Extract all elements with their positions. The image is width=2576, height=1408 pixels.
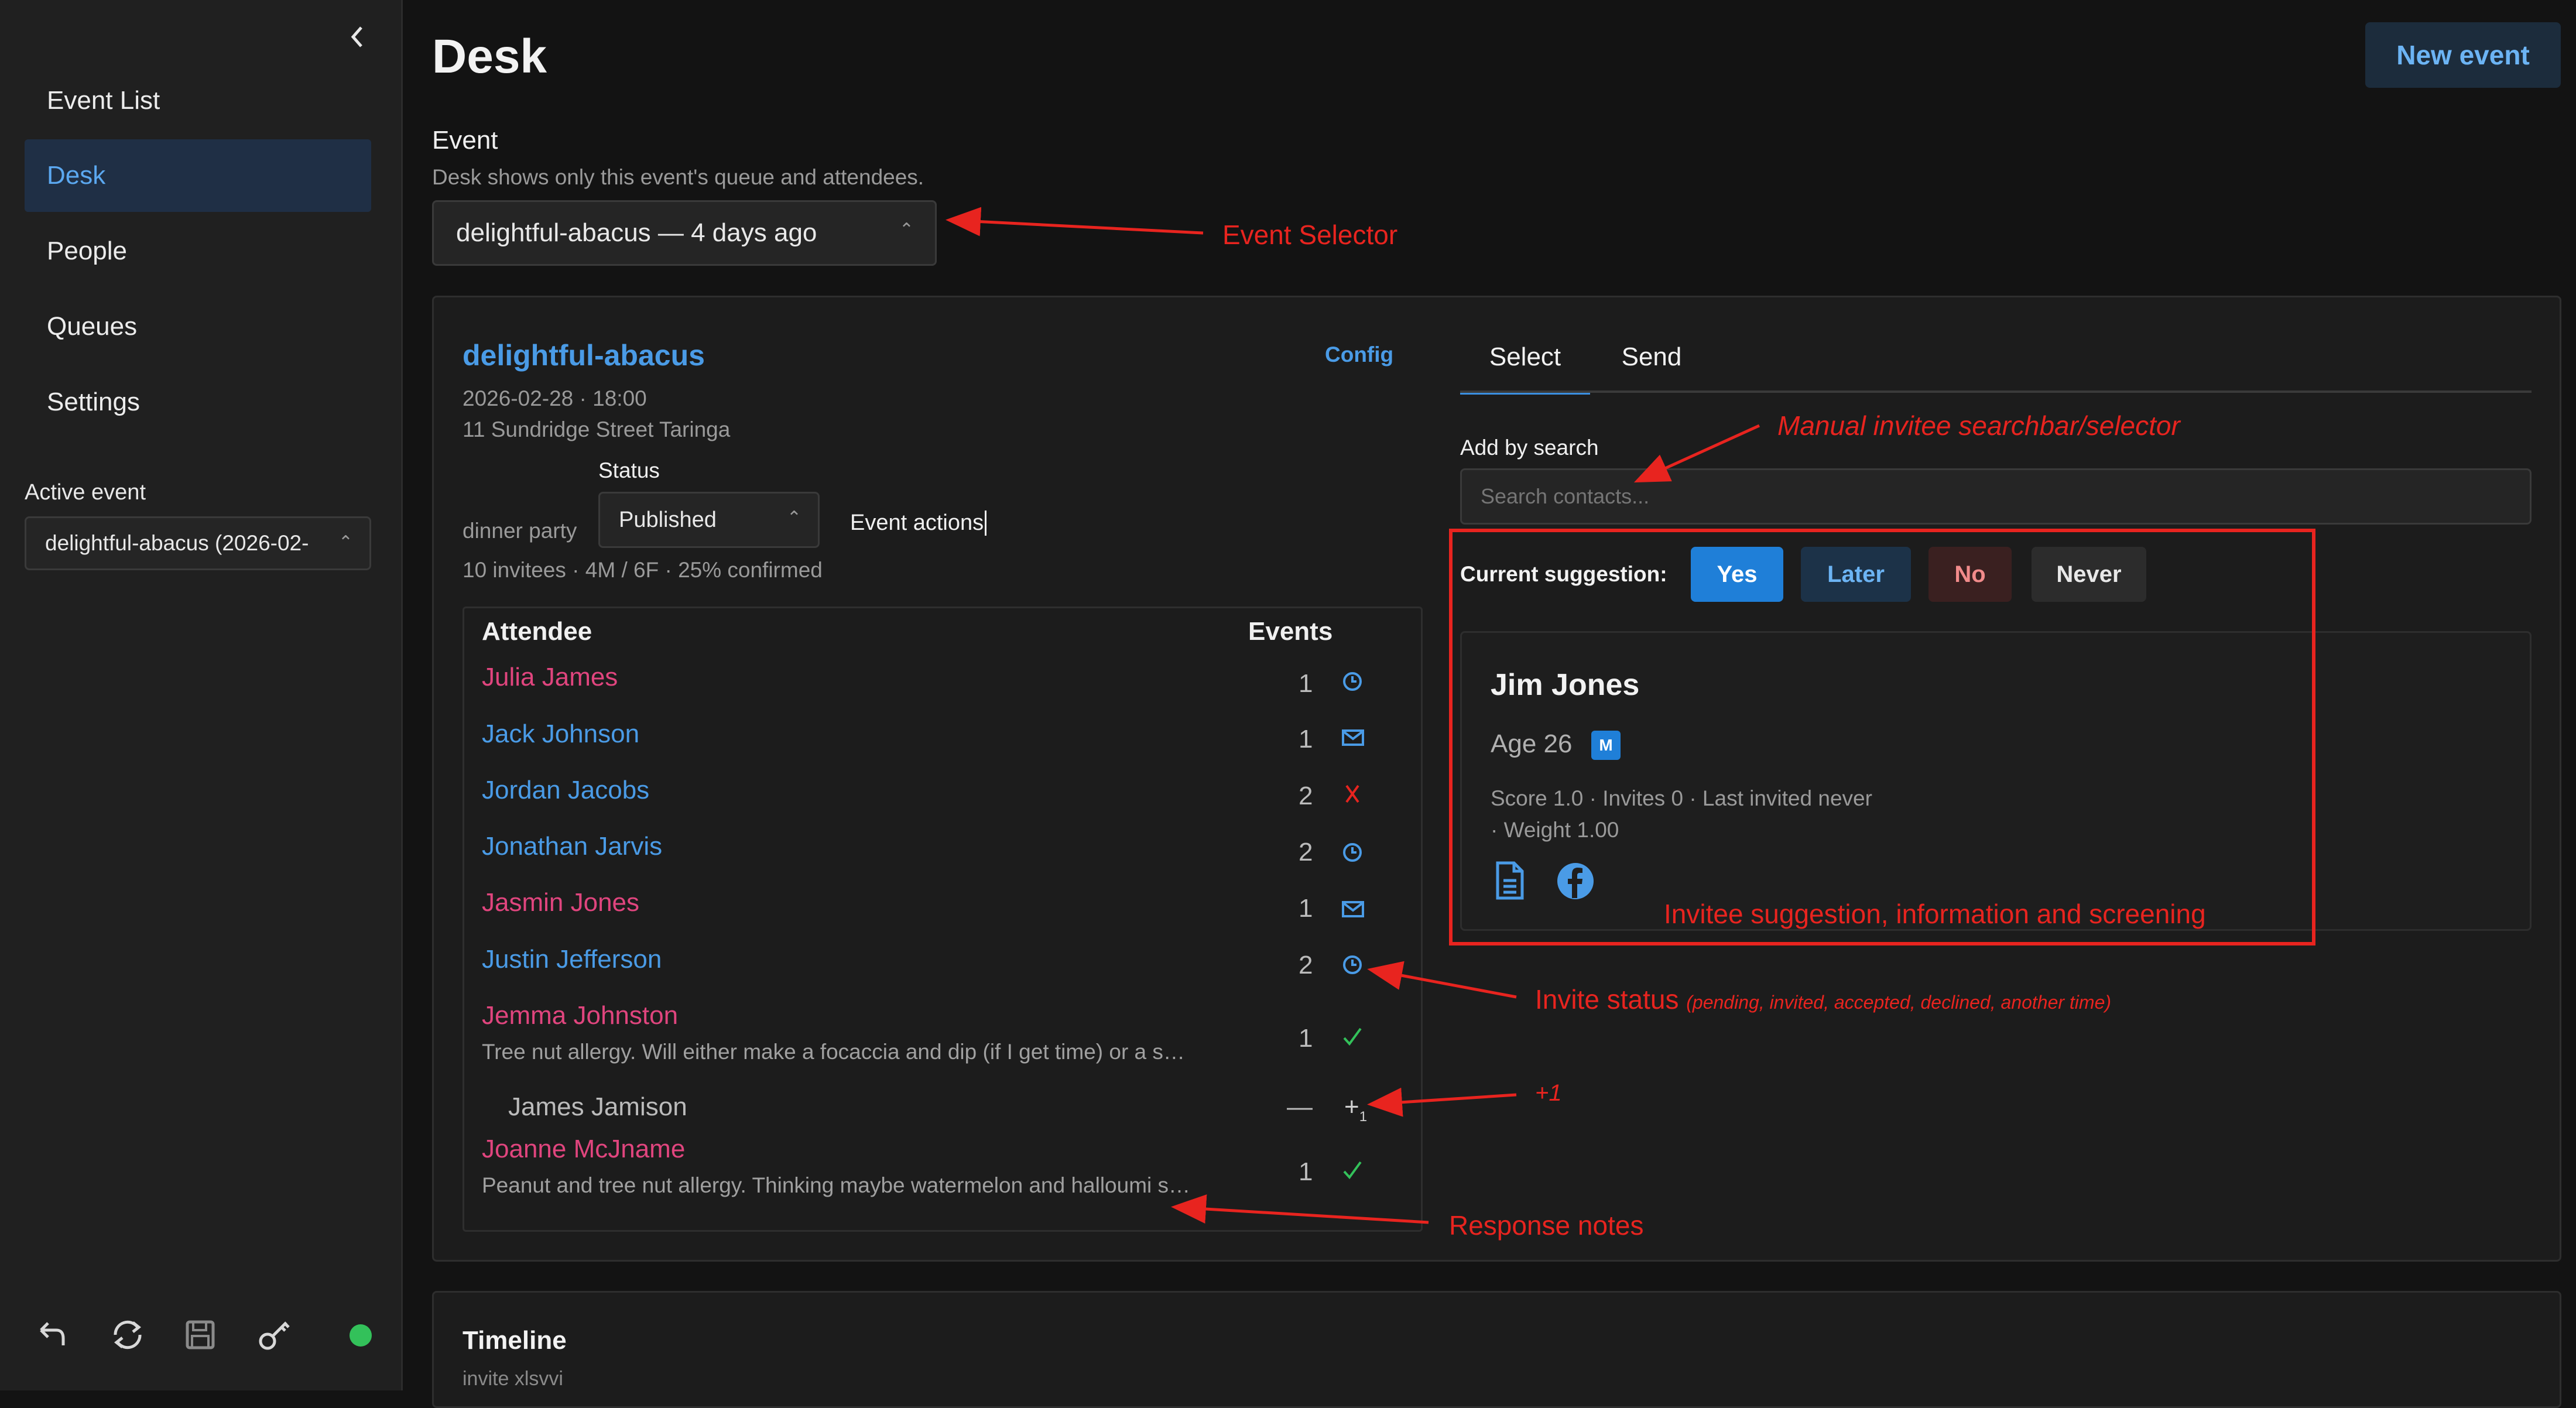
annotation-invite-status: Invite status (pending, invited, accepte… (1535, 984, 2111, 1015)
annotation-manual-search: Manual invitee searchbar/selector (1777, 410, 2180, 441)
annotation-suggestion-box: Invitee suggestion, information and scre… (1664, 899, 2206, 929)
annotation-plus-one: +1 (1535, 1080, 1562, 1106)
annotation-invite-status-title: Invite status (1535, 984, 1679, 1015)
annotation-event-selector: Event Selector (1222, 220, 1398, 250)
annotation-arrows (946, 207, 2315, 1224)
annotation-invite-status-detail: (pending, invited, accepted, declined, a… (1686, 992, 2112, 1013)
annotation-response-notes: Response notes (1449, 1210, 1644, 1241)
